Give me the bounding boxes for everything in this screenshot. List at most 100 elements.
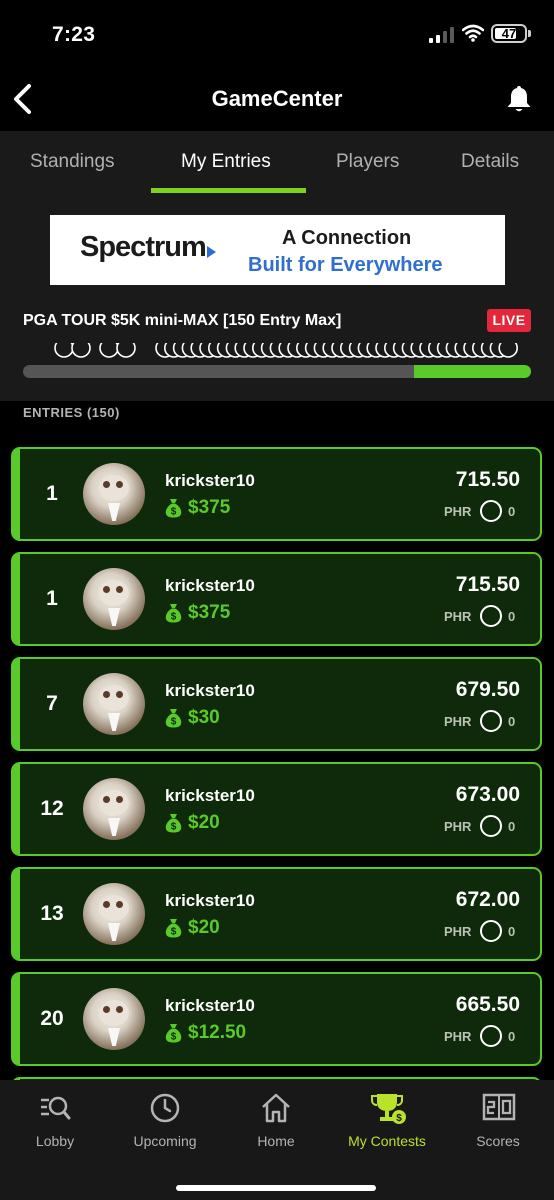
entry-score: 715.50 [455,468,520,491]
entry-card[interactable]: 20 krickster10 $ $12.50 665.50 PHR 0 [11,972,542,1066]
entry-username: krickster10 [165,996,255,1015]
phr-progress-circle-icon [480,920,502,942]
contest-progress-track [23,365,531,378]
wifi-icon [462,24,484,42]
nav-upcoming-label: Upcoming [133,1133,197,1149]
entry-prize: $20 [188,812,220,833]
phr-progress-circle-icon [480,500,502,522]
ad-brand-arrow-icon [207,246,216,258]
home-icon [262,1093,290,1123]
entry-rank: 13 [40,902,64,925]
tab-details[interactable]: Details [461,151,519,173]
nav-home-label: Home [257,1133,295,1149]
advertisement-banner[interactable]: Spectrum A Connection Built for Everywhe… [50,215,505,285]
entries-count-label: ENTRIES (150) [23,405,120,420]
avatar [83,883,145,945]
money-bag-icon: $ [165,919,182,938]
lobby-search-icon [41,1096,71,1120]
svg-text:$: $ [171,507,177,518]
entry-prize: $12.50 [188,1022,247,1043]
phr-progress-circle-icon [480,605,502,627]
phr-label: PHR [444,714,472,729]
svg-text:$: $ [171,1032,177,1043]
contest-progress-fill [414,365,531,378]
bottom-navigation: Lobby Upcoming Home $ My Contests Scores [0,1080,554,1200]
avatar [83,778,145,840]
trophy-icon: $ [371,1094,406,1124]
clock-icon [150,1093,180,1123]
money-bag-icon: $ [165,604,182,623]
nav-scores[interactable]: Scores [443,1080,553,1160]
entry-prize: $20 [188,917,220,938]
phr-progress-circle-icon [480,1025,502,1047]
entry-card[interactable]: 13 krickster10 $ $20 672.00 PHR 0 [11,867,542,961]
bell-icon[interactable] [506,84,532,114]
money-bag-icon: $ [165,499,182,518]
phr-label: PHR [444,924,472,939]
entry-card[interactable]: 7 krickster10 $ $30 679.50 PHR 0 [11,657,542,751]
nav-lobby[interactable]: Lobby [0,1080,110,1160]
entry-rank: 1 [46,482,58,505]
entry-rank: 7 [46,692,58,715]
phr-value: 0 [508,609,516,624]
entry-score: 672.00 [455,888,520,911]
entry-username: krickster10 [165,786,255,805]
contest-title: PGA TOUR $5K mini-MAX [150 Entry Max] [23,312,342,329]
svg-text:$: $ [171,822,177,833]
tab-my-entries[interactable]: My Entries [181,151,271,173]
status-time: 7:23 [52,23,96,46]
entry-score: 673.00 [455,783,520,806]
money-bag-icon: $ [165,1024,182,1043]
entry-position-markers [0,343,554,367]
svg-text:$: $ [171,612,177,623]
battery-level: 47 [501,26,517,41]
svg-text:$: $ [396,1113,402,1124]
svg-text:$: $ [171,717,177,728]
phr-value: 0 [508,924,516,939]
entry-score: 665.50 [455,993,520,1016]
entry-score: 715.50 [455,573,520,596]
nav-upcoming[interactable]: Upcoming [110,1080,220,1160]
app-header: GameCenter [0,70,554,130]
phr-progress-circle-icon [480,815,502,837]
svg-text:$: $ [171,927,177,938]
entry-card[interactable]: 1 krickster10 $ $375 715.50 PHR 0 [11,552,542,646]
ad-line-1: A Connection [282,227,412,249]
phr-value: 0 [508,819,516,834]
phr-value: 0 [508,714,516,729]
money-bag-icon: $ [165,814,182,833]
entry-prize: $30 [188,707,220,728]
nav-home[interactable]: Home [221,1080,331,1160]
tab-standings[interactable]: Standings [30,151,115,173]
entry-prize: $375 [188,497,231,518]
phr-label: PHR [444,504,472,519]
money-bag-icon: $ [165,709,182,728]
avatar [83,673,145,735]
entry-username: krickster10 [165,891,255,910]
entry-rank: 20 [40,1007,64,1030]
contest-panel: Spectrum A Connection Built for Everywhe… [0,193,554,401]
entry-username: krickster10 [165,681,255,700]
phr-label: PHR [444,609,472,624]
nav-my-contests[interactable]: $ My Contests [332,1080,442,1160]
nav-lobby-label: Lobby [35,1133,75,1149]
entry-rank: 12 [40,797,64,820]
phr-value: 0 [508,504,516,519]
tab-players[interactable]: Players [336,151,399,173]
live-badge: LIVE [487,309,531,332]
entry-username: krickster10 [165,576,255,595]
entry-username: krickster10 [165,471,255,490]
phr-label: PHR [444,1029,472,1044]
avatar [83,568,145,630]
entry-card[interactable]: 1 krickster10 $ $375 715.50 PHR 0 [11,447,542,541]
entry-card[interactable]: 12 krickster10 $ $20 673.00 PHR 0 [11,762,542,856]
status-bar: 7:23 47 [0,0,554,70]
ad-brand: Spectrum [80,231,207,263]
ad-line-2: Built for Everywhere [248,254,443,276]
page-title: GameCenter [211,86,343,111]
phr-progress-circle-icon [480,710,502,732]
nav-my-contests-label: My Contests [348,1133,426,1149]
entry-score: 679.50 [455,678,520,701]
battery-icon: 47 [491,24,527,43]
avatar [83,988,145,1050]
